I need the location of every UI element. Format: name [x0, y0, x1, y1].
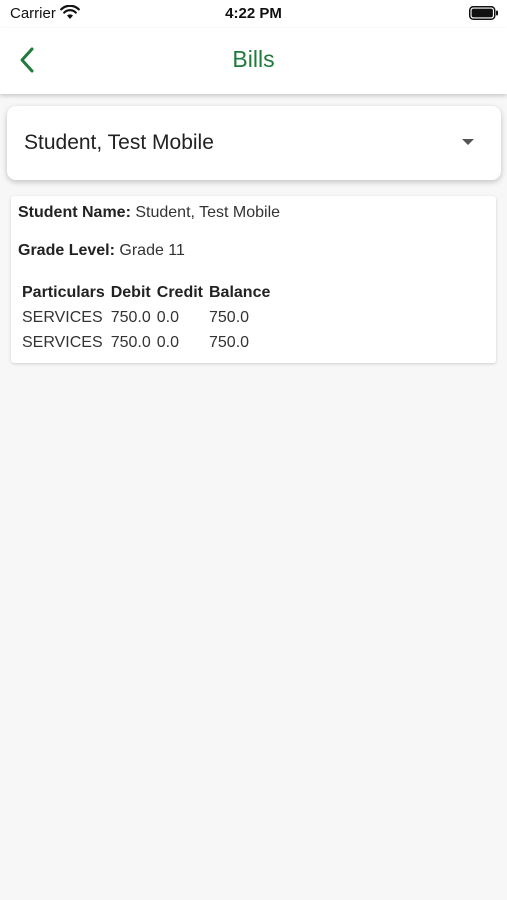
bill-table-header-row: Particulars Debit Credit Balance [22, 282, 276, 307]
app-bar: Bills [0, 28, 507, 94]
table-row: SERVICES 750.0 0.0 750.0 [22, 307, 276, 332]
grade-level-label: Grade Level: [18, 242, 115, 259]
status-bar: Carrier 4:22 PM [0, 0, 507, 28]
student-name-label: Student Name: [18, 204, 131, 221]
column-header-particulars: Particulars [22, 284, 105, 301]
cell-balance: 750.0 [209, 309, 250, 326]
grade-level-row: Grade Level: Grade 11 [18, 242, 185, 260]
column-header-credit: Credit [156, 284, 203, 301]
status-time: 4:22 PM [225, 5, 282, 22]
cell-credit: 0.0 [156, 334, 180, 351]
cell-balance: 750.0 [209, 334, 250, 351]
bill-card: Student Name: Student, Test Mobile Grade… [11, 196, 496, 363]
student-select-value: Student, Test Mobile [24, 131, 214, 154]
bill-table: Particulars Debit Credit Balance SERVICE… [22, 282, 276, 357]
page-title: Bills [232, 46, 275, 72]
student-name-row: Student Name: Student, Test Mobile [18, 204, 280, 222]
column-header-balance: Balance [209, 284, 271, 301]
column-header-debit: Debit [110, 284, 151, 301]
cell-debit: 750.0 [110, 309, 151, 326]
cell-particulars: SERVICES [22, 334, 103, 351]
student-name-value: Student, Test Mobile [135, 204, 281, 221]
cell-credit: 0.0 [156, 309, 180, 326]
cell-debit: 750.0 [110, 334, 151, 351]
cell-particulars: SERVICES [22, 309, 103, 326]
table-row: SERVICES 750.0 0.0 750.0 [22, 332, 276, 357]
student-select-dropdown[interactable]: Student, Test Mobile [7, 106, 501, 180]
grade-level-value: Grade 11 [119, 242, 185, 259]
battery-icon [469, 6, 498, 20]
dropdown-arrow-icon [462, 139, 474, 145]
